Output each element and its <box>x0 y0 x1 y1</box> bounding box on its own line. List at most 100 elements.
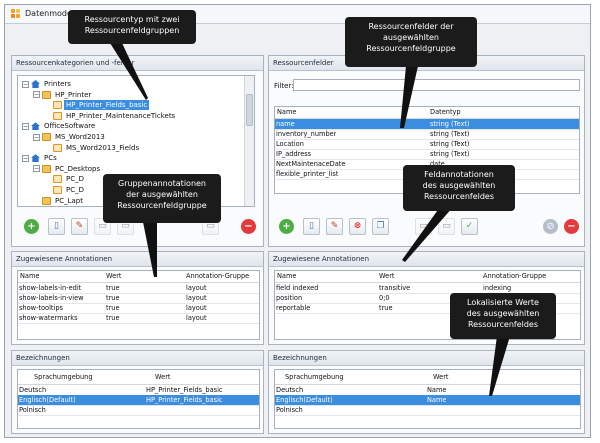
callout-line: Gruppenannotationen <box>118 179 206 188</box>
remove-field-button[interactable]: ⊗ <box>349 218 366 235</box>
callout-line: Ressourcenfeldgruppen <box>84 26 180 35</box>
field-icon <box>53 186 62 194</box>
column-name[interactable]: Name <box>277 107 296 117</box>
column-name[interactable]: Name <box>277 271 296 281</box>
new-field-button[interactable]: ▯ <box>303 218 320 235</box>
callout-line: Ressourcentyp mit zwei <box>84 15 180 24</box>
tree-node-label: MS_Word2013 <box>55 133 105 141</box>
field-action-2-button[interactable]: ▭ <box>438 218 455 235</box>
callout-line: Lokalisierte Werte <box>467 298 539 307</box>
add-field-button[interactable]: + <box>279 219 294 234</box>
column-annotation-gruppe[interactable]: Annotation-Gruppe <box>483 271 546 281</box>
tree-node[interactable]: HP_Printer_MaintenanceTickets <box>44 111 177 121</box>
tree-scrollbar-thumb[interactable] <box>246 94 253 126</box>
cell-value: true <box>106 314 120 322</box>
callout-line: Ressourcenfeldes <box>467 320 539 329</box>
edit-field-button[interactable]: ✎ <box>326 218 343 235</box>
callout-line: Ressourcenfeldgruppe <box>117 201 207 210</box>
collapse-toggle-icon[interactable]: − <box>33 165 40 173</box>
callout-resource-fields: Ressourcenfelder der ausgewählten Ressou… <box>345 17 477 67</box>
callout-line: Ressourcenfeldgruppe <box>366 44 456 53</box>
cell-value: Name <box>427 396 447 404</box>
field-action-button[interactable]: ▭ <box>415 218 432 235</box>
edit-button[interactable]: ✎ <box>71 218 88 235</box>
app-icon <box>11 9 21 18</box>
delete-field-button[interactable]: − <box>564 219 579 234</box>
house-icon <box>31 122 40 131</box>
add-button[interactable]: + <box>24 219 39 234</box>
delete-button[interactable]: − <box>241 219 256 234</box>
tree-node-label: PC_D <box>66 175 84 184</box>
collapse-toggle-icon[interactable]: − <box>33 91 40 99</box>
cell-name: position <box>276 294 303 302</box>
cell-name: show-watermarks <box>19 314 78 322</box>
column-wert[interactable]: Wert <box>155 372 171 382</box>
cell-value: true <box>106 294 120 302</box>
tree-node[interactable]: − MS_Word2013 <box>33 132 107 142</box>
group-annotations-grid-header: Name Wert Annotation-Gruppe <box>18 271 259 283</box>
callout-line: der ausgewählten <box>126 190 198 199</box>
group-annotations-grid[interactable]: Name Wert Annotation-Gruppe show-labels-… <box>17 270 260 340</box>
field-labels-grid[interactable]: Sprachumgebung Wert Deutsch Name Englisch(… <box>274 369 581 429</box>
tree-node[interactable]: PC_D <box>44 174 86 184</box>
cell-type: string (Text) <box>430 140 470 148</box>
group-labels-grid[interactable]: Sprachumgebung Wert Deutsch HP_Printer_Fi… <box>17 369 260 429</box>
collapse-toggle-icon[interactable]: − <box>33 133 40 141</box>
callout-resource-type: Ressourcentyp mit zwei Ressourcenfeldgru… <box>68 10 196 44</box>
callout-line: ausgewählten <box>382 33 439 42</box>
column-wert[interactable]: Wert <box>433 372 449 382</box>
new-document-button[interactable]: ▯ <box>48 218 65 235</box>
tree-node-label: HP_Printer <box>55 90 92 99</box>
house-icon <box>31 80 40 88</box>
folder-icon <box>42 90 51 99</box>
cell-value: HP_Printer_Fields_basic <box>146 396 223 404</box>
field-labels-grid-header: Sprachumgebung Wert <box>275 370 580 385</box>
filter-input[interactable] <box>293 79 580 91</box>
filter-label: Filter: <box>274 82 294 90</box>
column-annotation-gruppe[interactable]: Annotation-Gruppe <box>186 271 249 281</box>
tree-node-label: PC_D <box>66 186 84 194</box>
cell-locale: Deutsch <box>19 386 47 394</box>
tree-node[interactable]: − OfficeSoftware <box>22 121 97 131</box>
column-sprachumgebung[interactable]: Sprachumgebung <box>285 372 344 382</box>
cell-name: show-labels-in-edit <box>19 284 82 292</box>
table-row[interactable]: Polnisch <box>275 405 580 416</box>
column-datentyp[interactable]: Datentyp <box>430 107 461 117</box>
cell-value: Name <box>427 386 447 394</box>
cell-name: reportable <box>276 304 311 312</box>
field-labels-header: Bezeichnungen <box>269 351 584 366</box>
tree-node-label: PCs <box>44 154 57 163</box>
callout-line: des ausgewählten <box>466 309 540 318</box>
tree-node[interactable]: − PCs <box>22 153 59 163</box>
tree-node[interactable]: PC_D <box>44 185 86 195</box>
group-labels-header: Bezeichnungen <box>12 351 263 366</box>
table-row[interactable]: show-watermarks true layout <box>18 313 259 324</box>
column-wert[interactable]: Wert <box>379 271 395 281</box>
table-row[interactable]: Polnisch <box>18 405 259 416</box>
column-wert[interactable]: Wert <box>106 271 122 281</box>
cell-type: string (Text) <box>430 120 470 128</box>
tree-node[interactable]: − PC_Desktops <box>33 164 102 174</box>
column-name[interactable]: Name <box>20 271 39 281</box>
cell-locale: Deutsch <box>276 386 304 394</box>
tree-node[interactable]: MS_Word2013_Fields <box>44 143 141 153</box>
house-icon <box>31 154 40 163</box>
cell-group: layout <box>186 304 207 312</box>
column-sprachumgebung[interactable]: Sprachumgebung <box>34 372 93 382</box>
tree-node-label: Printers <box>44 80 71 88</box>
tree-node[interactable]: HP_Printer_Fields_basic <box>44 100 150 111</box>
collapse-toggle-icon[interactable]: − <box>22 122 29 130</box>
tree-node[interactable]: − HP_Printer <box>33 90 93 100</box>
tree-node[interactable]: − Printers <box>22 79 73 89</box>
cell-group: layout <box>186 314 207 322</box>
tree-node-label: HP_Printer_MaintenanceTickets <box>66 111 176 120</box>
collapse-toggle-icon[interactable]: − <box>22 80 29 88</box>
tree-node-label: PC_Lapt <box>55 196 83 205</box>
confirm-button[interactable]: ✓ <box>461 218 478 235</box>
disabled-action-button[interactable]: ⊘ <box>543 219 558 234</box>
tree-node[interactable]: PC_Lapt <box>33 196 85 206</box>
collapse-toggle-icon[interactable]: − <box>22 154 29 162</box>
cell-value: true <box>106 284 120 292</box>
copy-field-button[interactable]: ❐ <box>372 218 389 235</box>
tree-scrollbar[interactable] <box>244 76 254 206</box>
